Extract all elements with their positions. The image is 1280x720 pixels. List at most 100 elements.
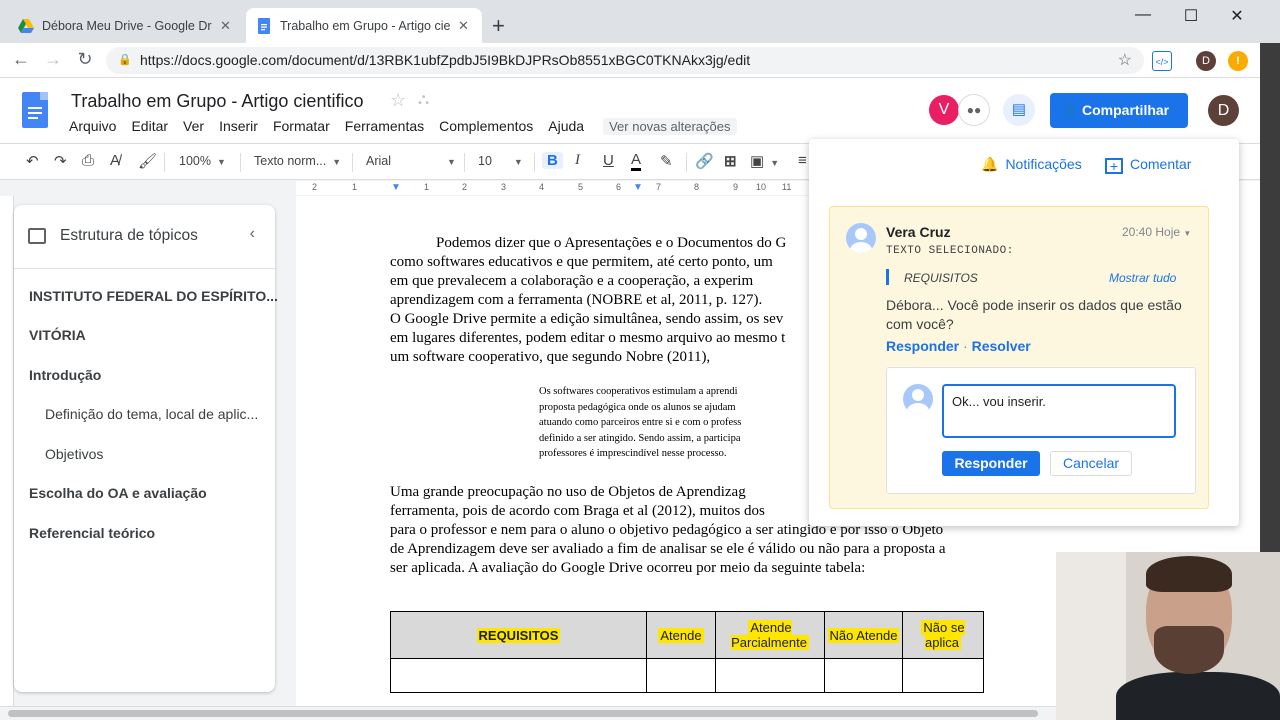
lock-icon: 🔒 <box>118 54 132 66</box>
indent-marker-icon[interactable]: ▼ <box>391 182 401 193</box>
spellcheck-icon[interactable]: A̸ <box>110 152 120 169</box>
comment-thread[interactable]: Vera Cruz 20:40 Hoje ▼ TEXTO SELECIONADO… <box>829 206 1209 509</box>
document-outline-panel: Estrutura de tópicos ‹ INSTITUTO FEDERAL… <box>14 205 278 692</box>
zoom-select[interactable]: 100% ▼ <box>179 154 226 168</box>
table-header-cell[interactable]: Atende <box>646 611 716 659</box>
collaborator-avatar[interactable]: V <box>929 95 959 125</box>
profile-avatar[interactable]: D <box>1196 51 1216 71</box>
outline-item[interactable]: Escolha do OA e avaliação <box>29 485 207 501</box>
right-indent-marker-icon[interactable]: ▼ <box>633 182 643 193</box>
menu-inserir[interactable]: Inserir <box>219 118 258 135</box>
comments-panel: 🔔 Notificações + Comentar Vera Cruz 20:40 … <box>809 139 1239 526</box>
tab-title: Débora Meu Drive - Google Drive <box>42 18 212 33</box>
table-cell[interactable] <box>646 658 716 693</box>
paint-format-icon[interactable]: 🖌 <box>138 152 157 170</box>
webcam-overlay <box>1056 552 1280 720</box>
notifications-button[interactable]: 🔔 Notificações <box>981 156 1082 173</box>
menu-formatar[interactable]: Formatar <box>273 118 330 135</box>
back-icon[interactable]: ← <box>10 49 32 70</box>
font-size-select[interactable]: 10 ▼ <box>478 154 523 168</box>
outline-item[interactable]: Definição do tema, local de aplic... <box>45 406 258 422</box>
minimize-icon[interactable]: — <box>1128 6 1158 24</box>
url-field[interactable]: 🔒 https://docs.google.com/document/d/13R… <box>106 47 1144 74</box>
reply-button[interactable]: Responder <box>942 451 1040 476</box>
maximize-icon[interactable]: ☐ <box>1176 6 1206 26</box>
comment-history-icon[interactable]: ▤ <box>1003 94 1035 126</box>
table-cell[interactable] <box>824 658 903 693</box>
show-all-link[interactable]: Mostrar tudo <box>1109 271 1176 285</box>
table-cell[interactable] <box>390 658 647 693</box>
table-cell[interactable] <box>902 658 984 693</box>
chevron-left-icon[interactable]: ‹ <box>250 225 255 243</box>
browser-tab-strip: Débora Meu Drive - Google Drive ✕ Trabal… <box>0 0 1280 43</box>
undo-icon[interactable]: ↶ <box>26 152 39 170</box>
highlight-color-icon[interactable]: ✎ <box>660 152 673 170</box>
close-icon[interactable]: ✕ <box>458 18 469 34</box>
outline-item[interactable]: VITÓRIA <box>29 327 86 343</box>
outline-item[interactable]: Introdução <box>29 367 101 383</box>
tab-drive[interactable]: Débora Meu Drive - Google Drive ✕ <box>8 8 244 43</box>
reply-input[interactable]: Ok... vou inserir. <box>942 384 1176 438</box>
menu-editar[interactable]: Editar <box>131 118 168 135</box>
reload-icon[interactable]: ↻ <box>74 49 96 70</box>
underline-icon[interactable]: U <box>603 152 614 169</box>
print-icon[interactable]: ⎙ <box>82 152 94 169</box>
update-alert-icon[interactable]: ! <box>1228 51 1248 71</box>
extension-icon[interactable]: </> <box>1152 51 1172 71</box>
table-header-cell[interactable]: REQUISITOS <box>390 611 647 659</box>
table-cell[interactable] <box>715 658 825 693</box>
close-icon[interactable]: ✕ <box>220 18 231 34</box>
tab-title: Trabalho em Grupo - Artigo cientifico <box>280 18 450 33</box>
reply-link[interactable]: Responder <box>886 338 959 354</box>
window-close-icon[interactable]: ✕ <box>1222 6 1252 26</box>
table-header-cell[interactable]: Não se aplica <box>902 611 984 659</box>
horizontal-scrollbar[interactable] <box>0 706 1056 720</box>
tab-docs[interactable]: Trabalho em Grupo - Artigo cientifico ✕ <box>246 8 482 43</box>
outline-item[interactable]: Objetivos <box>45 446 103 462</box>
see-new-changes[interactable]: Ver novas alterações <box>603 118 737 135</box>
account-avatar[interactable]: D <box>1208 95 1239 126</box>
outline-item[interactable]: Referencial teórico <box>29 525 155 541</box>
insert-image-icon[interactable]: ▣ ▼ <box>750 152 779 170</box>
insert-comment-icon[interactable]: ⊞ <box>724 152 737 170</box>
menu-arquivo[interactable]: Arquivo <box>69 118 116 135</box>
chevron-down-icon: ▼ <box>1183 229 1192 238</box>
comment-time[interactable]: 20:40 Hoje ▼ <box>1122 225 1191 239</box>
insert-link-icon[interactable]: 🔗 <box>695 152 714 170</box>
chat-icon[interactable]: ●● <box>958 94 990 126</box>
ruler-number: 3 <box>501 182 507 192</box>
share-button[interactable]: 👤 Compartilhar <box>1050 93 1188 128</box>
star-icon[interactable]: ☆ <box>390 90 406 111</box>
move-to-folder-icon[interactable]: ⛬ <box>418 91 429 109</box>
zoom-value: 100% <box>179 154 211 168</box>
font-select[interactable]: Arial ▼ <box>366 154 456 168</box>
menu-complementos[interactable]: Complementos <box>439 118 533 135</box>
forward-icon[interactable]: → <box>42 49 64 70</box>
align-icon[interactable]: ≡ <box>798 152 807 169</box>
address-bar: ← → ↻ 🔒 https://docs.google.com/document… <box>0 43 1260 78</box>
ruler-number: 2 <box>462 182 468 192</box>
bold-icon[interactable]: B <box>542 152 563 169</box>
style-select[interactable]: Texto norm... ▼ <box>254 154 341 168</box>
ruler-number: 1 <box>352 182 358 192</box>
outline-item[interactable]: INSTITUTO FEDERAL DO ESPÍRITO... <box>29 288 278 304</box>
reply-box: Ok... vou inserir. Responder Cancelar <box>886 367 1196 494</box>
table-header-cell[interactable]: Não Atende <box>824 611 903 659</box>
ruler-number: 10 <box>756 182 767 192</box>
italic-icon[interactable]: I <box>575 152 580 169</box>
resolve-link[interactable]: Resolver <box>972 338 1031 354</box>
ruler-number: 7 <box>656 182 662 192</box>
add-comment-button[interactable]: + Comentar <box>1105 156 1191 174</box>
text-color-icon[interactable]: A <box>631 152 642 171</box>
new-tab-icon[interactable]: + <box>492 13 505 39</box>
menu-ajuda[interactable]: Ajuda <box>548 118 584 135</box>
redo-icon[interactable]: ↷ <box>54 152 67 170</box>
menu-ver[interactable]: Ver <box>183 118 204 135</box>
table-header-cell[interactable]: Atende Parcialmente <box>715 611 825 659</box>
document-title[interactable]: Trabalho em Grupo - Artigo cientifico <box>71 91 363 112</box>
requirements-table: REQUISITOS Atende Atende Parcialmente Nã… <box>390 611 984 693</box>
cancel-button[interactable]: Cancelar <box>1050 451 1132 476</box>
docs-logo-icon[interactable] <box>22 92 48 128</box>
menu-ferramentas[interactable]: Ferramentas <box>345 118 424 135</box>
bookmark-star-icon[interactable]: ☆ <box>1118 47 1132 74</box>
